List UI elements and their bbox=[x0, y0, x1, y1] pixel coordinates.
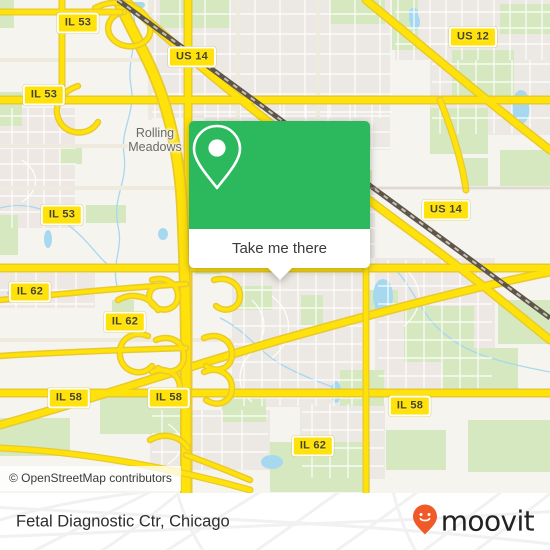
highway-shield-us14-right[interactable]: US 14 bbox=[421, 199, 471, 221]
popup-icon-area bbox=[189, 121, 370, 229]
osm-attribution[interactable]: © OpenStreetMap contributors bbox=[0, 466, 181, 491]
moovit-logo[interactable]: moovit bbox=[412, 503, 535, 540]
take-me-there-label: Take me there bbox=[231, 240, 328, 257]
highway-shield-us12[interactable]: US 12 bbox=[448, 26, 498, 48]
popup-tail bbox=[266, 267, 293, 280]
place-popup-card[interactable]: Take me there bbox=[189, 121, 370, 280]
footer-bar: Fetal Diagnostic Ctr, Chicago moovit bbox=[0, 493, 550, 550]
moovit-place-card: Rolling Meadows n s IL 53 US 14 US 12 IL… bbox=[0, 0, 550, 550]
highway-shield-il62-bottom[interactable]: IL 62 bbox=[291, 435, 335, 457]
take-me-there-button[interactable]: Take me there bbox=[189, 229, 370, 268]
highway-shield-il53-mid[interactable]: IL 53 bbox=[40, 204, 84, 226]
highway-shield-il53-top[interactable]: IL 53 bbox=[56, 12, 100, 34]
place-label-rolling-meadows: Rolling Meadows bbox=[128, 126, 182, 154]
highway-shield-il53-left[interactable]: IL 53 bbox=[22, 84, 66, 106]
highway-shield-il58-mid[interactable]: IL 58 bbox=[147, 387, 191, 409]
moovit-smiley-pin-icon bbox=[412, 503, 438, 540]
map-canvas[interactable]: Rolling Meadows n s IL 53 US 14 US 12 IL… bbox=[0, 0, 550, 493]
place-title: Fetal Diagnostic Ctr, Chicago bbox=[16, 512, 230, 530]
highway-shield-il62-left[interactable]: IL 62 bbox=[8, 281, 52, 303]
highway-shield-us14-top[interactable]: US 14 bbox=[167, 46, 217, 68]
highway-shield-il58-right[interactable]: IL 58 bbox=[388, 395, 432, 417]
highway-shield-il62-mid[interactable]: IL 62 bbox=[103, 311, 147, 333]
moovit-wordmark: moovit bbox=[440, 504, 535, 538]
highway-shield-il58-left[interactable]: IL 58 bbox=[47, 387, 91, 409]
